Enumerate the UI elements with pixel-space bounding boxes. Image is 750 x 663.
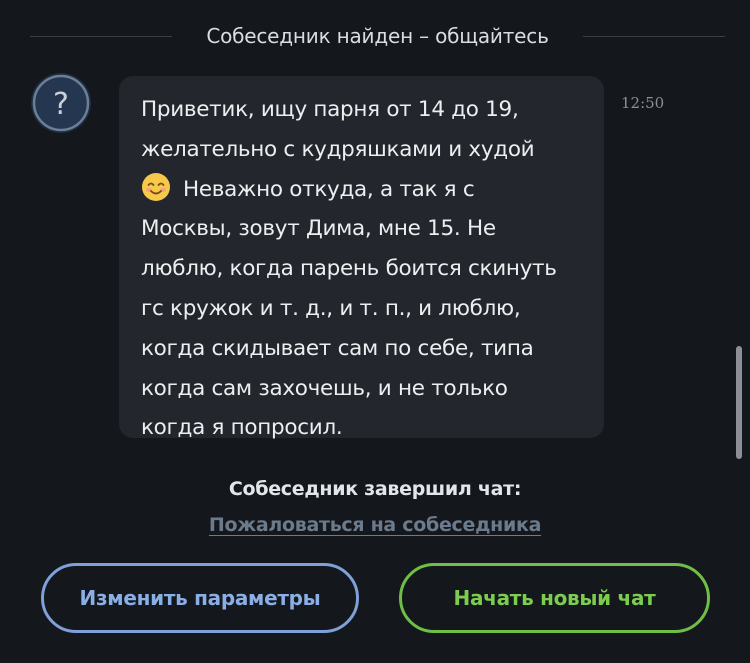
message-line: Москвы, зовут Дима, мне 15. Не xyxy=(141,216,496,242)
avatar[interactable]: ? xyxy=(31,73,91,133)
message-line: гс кружок и т. д., и т. п., и люблю, xyxy=(141,295,521,321)
message-line: когда я попросил. xyxy=(141,415,343,441)
report-user-link[interactable]: Пожаловаться на собеседника xyxy=(0,514,750,536)
smiling-face-emoji-icon xyxy=(142,172,170,201)
message-time: 12:50 xyxy=(621,94,665,112)
scrollbar-thumb[interactable] xyxy=(736,346,742,459)
chat-status-text: Собеседник найден – общайтесь xyxy=(206,24,549,48)
message-line: когда сам захочешь, и не только xyxy=(141,375,508,401)
message-line: Приветик, ищу парня от 14 до 19, xyxy=(141,97,519,122)
message-line: когда скидывает сам по себе, типа xyxy=(141,335,534,361)
change-params-button[interactable]: Изменить параметры xyxy=(41,563,359,633)
message-line: Неважно откуда, а так я с xyxy=(141,170,586,210)
message-line: люблю, когда парень боится скинуть xyxy=(141,256,557,282)
svg-text:?: ? xyxy=(53,87,69,122)
question-mark-icon: ? xyxy=(32,74,90,132)
chat-found-divider: Собеседник найден – общайтесь xyxy=(30,18,725,54)
chat-ended-label: Собеседник завершил чат: xyxy=(228,478,522,500)
divider-line-left xyxy=(30,35,173,37)
divider-line-right xyxy=(582,35,725,37)
new-chat-button[interactable]: Начать новый чат xyxy=(399,563,710,633)
message-line: желательно с кудряшками и худой xyxy=(141,136,535,162)
message-line-text: Неважно откуда, а так я с xyxy=(183,176,475,202)
message-bubble: Приветик, ищу парня от 14 до 19, желател… xyxy=(119,76,604,440)
